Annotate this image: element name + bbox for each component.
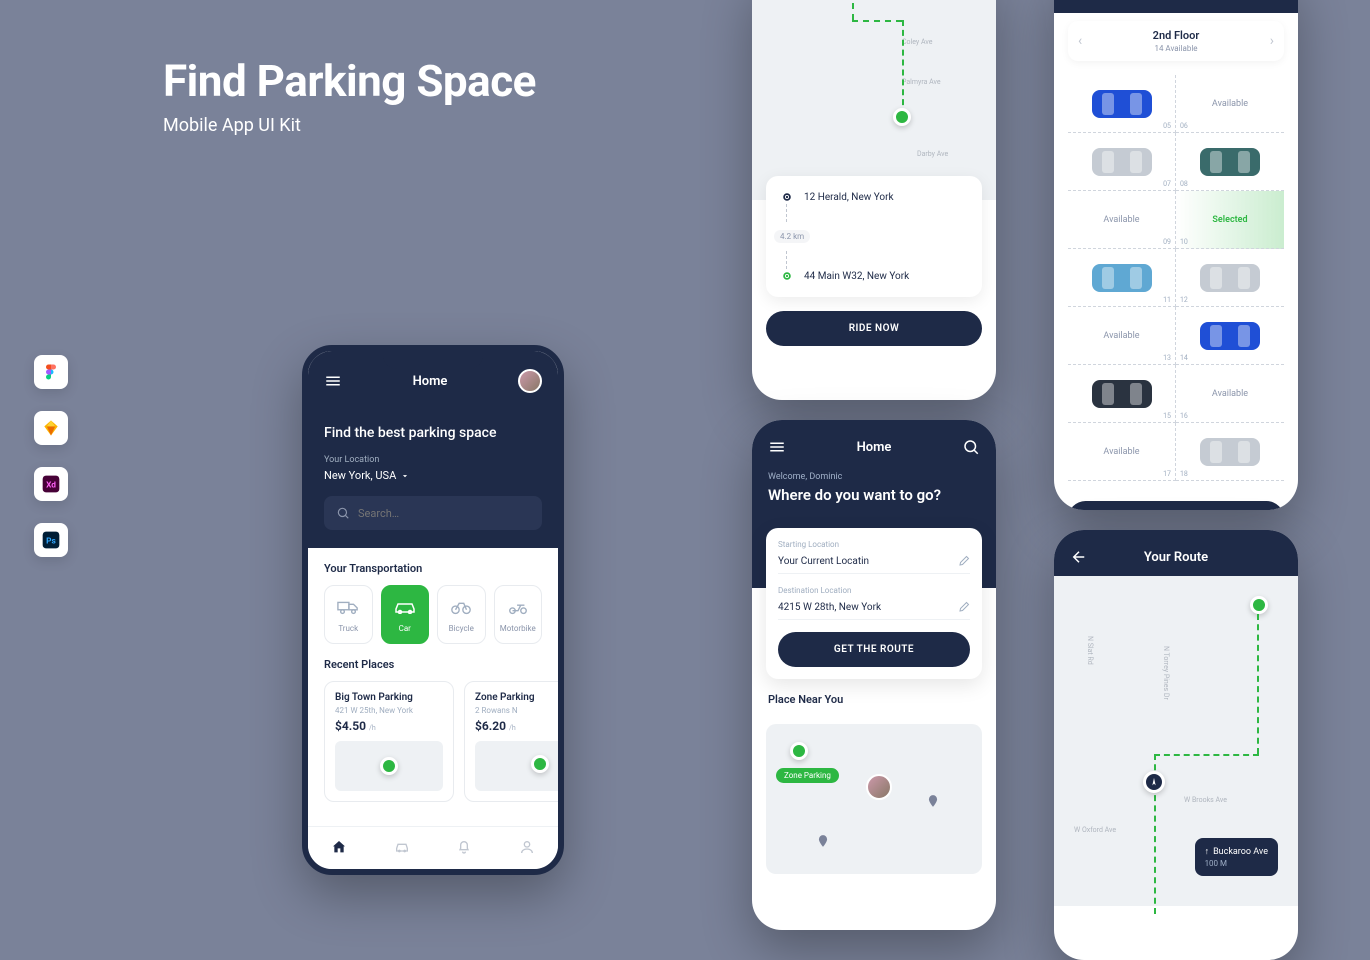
svg-text:Xd: Xd <box>46 480 56 490</box>
nav-bell-icon[interactable] <box>456 839 472 855</box>
transport-truck[interactable]: Truck <box>324 585 373 644</box>
nav-cursor-icon <box>1143 771 1165 793</box>
menu-icon[interactable] <box>324 372 342 390</box>
route-to: 44 Main W32, New York <box>804 271 909 282</box>
start-value[interactable]: Your Current Locatin <box>778 556 869 567</box>
tagline: Find the best parking space <box>324 425 542 441</box>
location-value[interactable]: New York, USA <box>324 469 542 482</box>
continue-button[interactable]: CONTINUE <box>1068 501 1284 510</box>
parking-slot[interactable]: 14 <box>1176 307 1284 365</box>
phone-destination: Home Welcome, Dominic Where do you want … <box>752 420 996 930</box>
transport-title: Your Transportation <box>308 548 558 585</box>
get-route-button[interactable]: GET THE ROUTE <box>778 632 970 667</box>
transport-car[interactable]: Car <box>381 585 430 644</box>
header-title: Your Route <box>1088 550 1264 565</box>
header-title: Home <box>786 440 962 455</box>
figma-icon <box>34 355 68 389</box>
nav-car-icon[interactable] <box>394 839 410 855</box>
route-from: 12 Herald, New York <box>804 192 894 203</box>
header-title: Choose Slot <box>1088 0 1264 3</box>
parking-slot[interactable]: Available06 <box>1176 75 1284 133</box>
zone-pill: Zone Parking <box>776 768 839 783</box>
phone-choose-slot: Choose Slot ‹ 2nd Floor 14 Available › 0… <box>1054 0 1298 510</box>
route-map[interactable]: N Slat Rd N Torrey Pines Dr W Brooks Ave… <box>1054 576 1298 906</box>
recent-title: Recent Places <box>308 644 558 681</box>
header-title: Home <box>342 374 518 389</box>
welcome-text: Welcome, Dominic <box>752 466 996 482</box>
parking-slot[interactable]: 12 <box>1176 249 1284 307</box>
pin-icon <box>926 794 940 808</box>
parking-slot[interactable]: 18 <box>1176 423 1284 481</box>
chevron-left-icon[interactable]: ‹ <box>1078 33 1082 49</box>
edit-icon[interactable] <box>958 601 970 613</box>
parking-slot[interactable]: Selected10 <box>1176 191 1284 249</box>
map[interactable]: Edna Ave Coley Ave Palmyra Ave Darby Ave <box>752 0 996 200</box>
start-label: Starting Location <box>778 540 970 549</box>
user-location-avatar <box>866 774 892 800</box>
parking-slot[interactable]: 07 <box>1068 133 1176 191</box>
edit-icon[interactable] <box>958 555 970 567</box>
dest-label: Destination Location <box>778 586 970 595</box>
sketch-icon <box>34 411 68 445</box>
parking-slot[interactable]: Available13 <box>1068 307 1176 365</box>
floor-selector[interactable]: ‹ 2nd Floor 14 Available › <box>1068 21 1284 61</box>
hero-subtitle: Mobile App UI Kit <box>163 115 301 136</box>
parking-slot[interactable]: Available09 <box>1068 191 1176 249</box>
slot-grid: 05Available060708Available09Selected1011… <box>1054 69 1298 487</box>
phone-home: Home Find the best parking space Your Lo… <box>302 345 564 875</box>
chevron-right-icon[interactable]: › <box>1270 33 1274 49</box>
photoshop-icon: Ps <box>34 523 68 557</box>
search-input[interactable] <box>324 496 542 530</box>
parking-slot[interactable]: 05 <box>1068 75 1176 133</box>
back-icon[interactable] <box>1070 548 1088 566</box>
nav-home-icon[interactable] <box>331 839 347 855</box>
bottom-nav <box>308 826 558 869</box>
location-label: Your Location <box>324 455 542 465</box>
location-card: Starting Location Your Current Locatin D… <box>766 528 982 679</box>
menu-icon[interactable] <box>768 438 786 456</box>
phone-your-route: Your Route N Slat Rd N Torrey Pines Dr W… <box>1054 530 1298 960</box>
near-map[interactable]: Zone Parking <box>766 724 982 874</box>
nav-user-icon[interactable] <box>519 839 535 855</box>
ride-now-button[interactable]: RIDE NOW <box>766 311 982 346</box>
parking-slot[interactable]: Available17 <box>1068 423 1176 481</box>
xd-icon: Xd <box>34 467 68 501</box>
dest-value[interactable]: 4215 W 28th, New York <box>778 602 881 613</box>
tool-column: Xd Ps <box>34 355 68 557</box>
place-card[interactable]: Big Town Parking 421 W 25th, New York $4… <box>324 681 454 802</box>
question-text: Where do you want to go? <box>752 482 996 518</box>
route-card: 12 Herald, New York 4.2 km 44 Main W32, … <box>766 176 982 297</box>
parking-slot[interactable]: 15 <box>1068 365 1176 423</box>
hero-title: Find Parking Space <box>163 55 536 107</box>
parking-slot[interactable]: Available16 <box>1176 365 1284 423</box>
place-card[interactable]: Zone Parking 2 Rowans N $6.20 /h <box>464 681 558 802</box>
search-icon <box>336 506 350 520</box>
avatar[interactable] <box>518 369 542 393</box>
parking-slot[interactable]: 08 <box>1176 133 1284 191</box>
phone-route-map: Edna Ave Coley Ave Palmyra Ave Darby Ave… <box>752 0 996 400</box>
svg-text:Ps: Ps <box>46 536 56 546</box>
parking-slot[interactable]: 11 <box>1068 249 1176 307</box>
transport-bicycle[interactable]: Bicycle <box>437 585 486 644</box>
search-icon[interactable] <box>962 438 980 456</box>
pin-icon <box>816 834 830 848</box>
transport-motorbike[interactable]: Motorbike <box>494 585 543 644</box>
near-title: Place Near You <box>752 679 996 716</box>
distance-pill: 4.2 km <box>774 230 810 243</box>
route-tooltip: ↑Buckaroo Ave 100 M <box>1195 838 1278 876</box>
